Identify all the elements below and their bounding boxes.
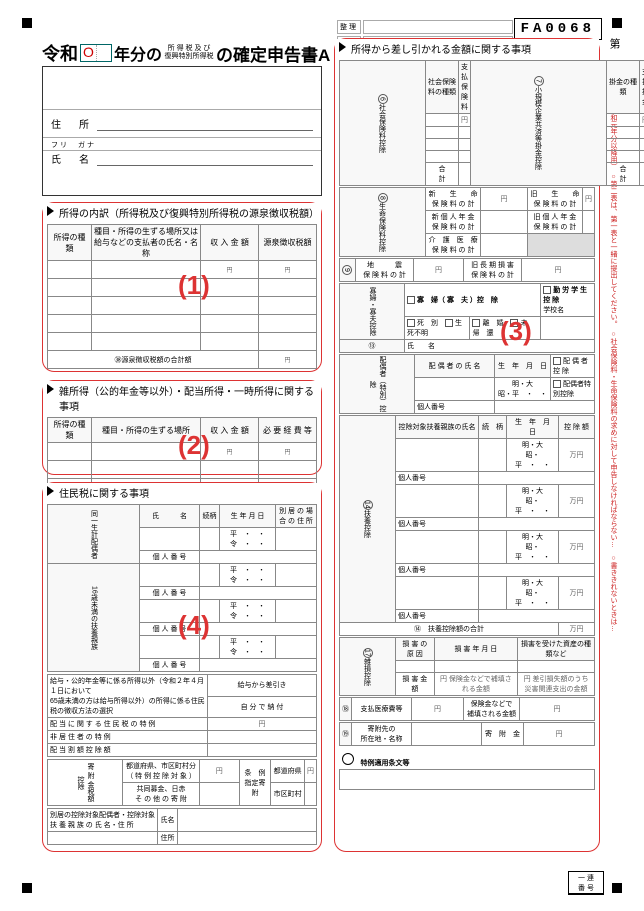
arrow-icon: [47, 486, 54, 496]
corner-mark: [22, 883, 32, 893]
section-number-2: 2: [178, 430, 210, 461]
section-number-1: 1: [178, 270, 210, 301]
tokurei-label: 特例適用条文等: [361, 760, 410, 767]
furigana-label: フリ ガナ: [51, 140, 96, 150]
corner-mark: [22, 18, 32, 28]
arrow-icon: [47, 384, 54, 394]
address-label: 住 所: [51, 116, 97, 131]
section-resident-tax: 住民税に関する事項 同一生計配偶者 氏 名続柄生 年 月 日別 居 の 場 合 …: [42, 482, 322, 852]
corner-mark: [612, 883, 622, 893]
serial-number-box: 一 連 番 号: [568, 871, 604, 895]
identity-box: 住 所 フリ ガナ 氏 名: [42, 66, 322, 196]
name-field[interactable]: [97, 152, 313, 166]
form-id: FA0068: [514, 18, 602, 40]
arrow-icon: [339, 42, 346, 52]
page-title: 令和 O 年分の 所 得 税 及 び復興特別所得税 の確定申告書A: [42, 40, 330, 66]
name-label: 氏 名: [51, 151, 97, 166]
corner-mark: [612, 18, 622, 28]
section-number-4: 4: [178, 610, 210, 641]
year-input[interactable]: O: [80, 44, 112, 62]
arrow-icon: [47, 206, 54, 216]
section-number-3: 3: [500, 316, 532, 347]
section-deductions: 所得から差し引かれる金額に関する事項 6社会保険料控除 社会保険料の種類支 払 …: [334, 38, 600, 852]
address-field[interactable]: [97, 117, 313, 131]
